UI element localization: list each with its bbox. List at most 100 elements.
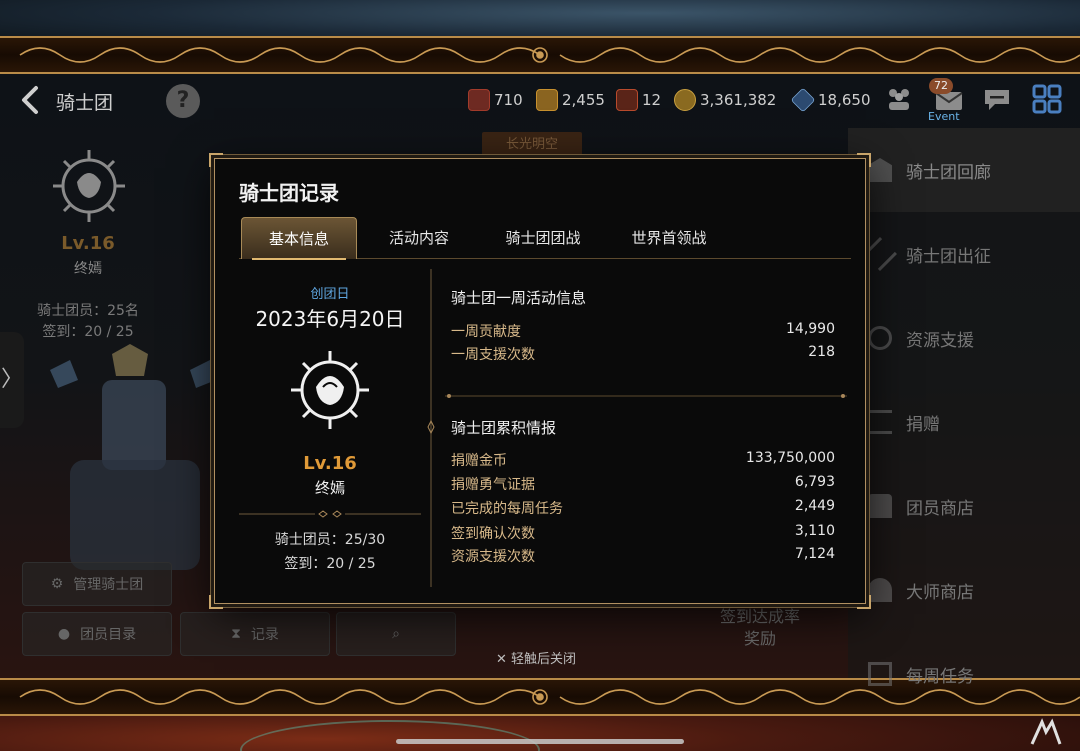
friends-button[interactable]: [884, 84, 914, 114]
crossed-swords-icon: [863, 237, 897, 271]
cumulative-section-title: 骑士团累积情报: [451, 419, 557, 437]
grid-menu-icon: [1032, 84, 1062, 114]
guild-name: 终嫣: [74, 261, 102, 277]
menu-label: 骑士团出征: [906, 246, 991, 267]
stat-row: 签到确认次数 3,110: [451, 523, 835, 545]
home-indicator[interactable]: [396, 739, 684, 744]
donate-icon: [868, 410, 892, 434]
mail-count-badge: 72: [929, 78, 953, 94]
knight-character-art: [50, 344, 216, 570]
screen-title: 骑士团: [56, 92, 114, 114]
menu-label: 团员商店: [906, 498, 974, 519]
search-icon: ⌕: [392, 626, 400, 642]
grid-menu-button[interactable]: [1032, 84, 1062, 114]
stat-label: 捐赠金币: [451, 453, 507, 469]
stat-row: 已完成的每周任务 2,449: [451, 498, 835, 520]
chevron-left-icon: [22, 86, 38, 114]
resource-energy[interactable]: 710: [468, 88, 523, 112]
record-tabs: 基本信息 活动内容 骑士团团战 世界首领战: [239, 217, 851, 260]
resource-wave[interactable]: 12: [616, 88, 661, 112]
menu-label: 大师商店: [906, 582, 974, 603]
side-expand-tab[interactable]: 〉: [0, 332, 24, 428]
friends-icon: [889, 89, 909, 110]
tab-activity[interactable]: 活动内容: [367, 217, 471, 259]
menu-resource-support[interactable]: 资源支援: [848, 296, 1080, 380]
guild-banner: 长光明空: [482, 132, 582, 158]
stat-row: 一周贡献度 14,990: [451, 321, 835, 343]
menu-guild-expedition[interactable]: 骑士团出征: [848, 212, 1080, 296]
stat-row: 一周支援次数 218: [451, 344, 835, 366]
hall-icon: [868, 158, 892, 182]
gear-icon: ⚙: [50, 576, 64, 592]
menu-label: 捐赠: [906, 414, 940, 435]
resource-gold[interactable]: 3,361,382: [674, 88, 776, 112]
guild-right-menu: 骑士团回廊 骑士团出征 资源支援 捐赠 团员商店 大师商店 每周任务: [848, 128, 1080, 687]
ornate-border-top: [0, 36, 1080, 74]
support-icon: [868, 326, 892, 350]
event-label: Event: [928, 110, 960, 123]
top-bar: 骑士团 ? 710 2,455 12 3,361,382 18,650 72 E…: [0, 76, 1080, 124]
dialog-title: 骑士团记录: [239, 181, 339, 205]
tab-world-boss[interactable]: 世界首领战: [607, 217, 731, 259]
card-guild-level: Lv.16: [303, 453, 357, 474]
menu-label: 每周任务: [906, 666, 974, 687]
card-guild-name: 终嫣: [314, 479, 345, 497]
menu-master-shop[interactable]: 大师商店: [848, 548, 1080, 632]
wave-icon: [616, 89, 638, 111]
card-member-count: 骑士团员：25/30: [274, 532, 386, 548]
resource-value: 2,455: [562, 91, 605, 109]
frame-corner: [857, 153, 871, 167]
crystal-icon: [790, 87, 816, 113]
chat-icon: [985, 90, 1009, 110]
back-button[interactable]: [16, 84, 44, 116]
frame-corner: [209, 595, 223, 609]
gold-coin-icon: [674, 89, 696, 111]
frame-corner: [857, 595, 871, 609]
records-button[interactable]: ⧗ 记录: [180, 612, 330, 656]
founded-label: 创团日: [310, 287, 350, 302]
menu-donate[interactable]: 捐赠: [848, 380, 1080, 464]
tap-to-close-hint[interactable]: ✕ 轻触后关闭: [496, 648, 576, 667]
resource-crate[interactable]: 2,455: [536, 88, 605, 112]
rose-emblem-icon: [291, 351, 369, 429]
tab-basic-info[interactable]: 基本信息: [241, 217, 357, 260]
search-button[interactable]: ⌕: [336, 612, 456, 656]
menu-guild-hall[interactable]: 骑士团回廊: [848, 128, 1080, 212]
stat-value: 133,750,000: [745, 450, 835, 466]
frame-corner: [209, 153, 223, 167]
help-button[interactable]: ?: [166, 84, 200, 118]
stat-value: 218: [808, 344, 835, 360]
stat-row: 捐赠金币 133,750,000: [451, 450, 835, 472]
game-logo-icon: [1026, 718, 1070, 748]
energy-icon: [468, 89, 490, 111]
guild-info-card: 创团日 2023年6月20日 Lv.16 终嫣 骑士团员：25/30 签到：20…: [231, 267, 429, 587]
menu-member-shop[interactable]: 团员商店: [848, 464, 1080, 548]
manage-guild-label: 管理骑士团: [73, 577, 144, 593]
chat-button[interactable]: [982, 84, 1012, 114]
weekly-task-icon: [868, 662, 892, 686]
shop-icon: [868, 494, 892, 518]
checkin-reward-button[interactable]: 签到达成率 奖励: [690, 600, 830, 658]
stat-row: 资源支援次数 7,124: [451, 546, 835, 568]
stat-label: 捐赠勇气证据: [451, 477, 535, 493]
hourglass-icon: ⧗: [231, 626, 241, 642]
guild-member-count: 骑士团员：25名: [37, 303, 139, 319]
stat-value: 2,449: [794, 498, 835, 514]
member-list-button[interactable]: ● 团员目录: [22, 612, 172, 656]
rose-emblem-icon: [53, 150, 125, 222]
resource-value: 18,650: [818, 91, 871, 109]
section-divider: [445, 394, 847, 398]
card-checkin-count: 签到：20 / 25: [284, 556, 376, 572]
stat-label: 一周贡献度: [451, 324, 521, 340]
resource-crystal[interactable]: 18,650: [790, 87, 871, 113]
stat-label: 签到确认次数: [451, 526, 535, 542]
master-shop-icon: [868, 578, 892, 602]
stat-value: 14,990: [786, 321, 835, 337]
resource-value: 710: [494, 91, 523, 109]
tab-guild-war[interactable]: 骑士团团战: [485, 217, 601, 259]
crate-icon: [536, 89, 558, 111]
manage-guild-button[interactable]: ⚙ 管理骑士团: [22, 562, 172, 606]
chevron-right-icon: 〉: [0, 367, 23, 392]
menu-weekly-task[interactable]: 每周任务: [848, 632, 1080, 716]
stat-label: 资源支援次数: [451, 549, 535, 565]
